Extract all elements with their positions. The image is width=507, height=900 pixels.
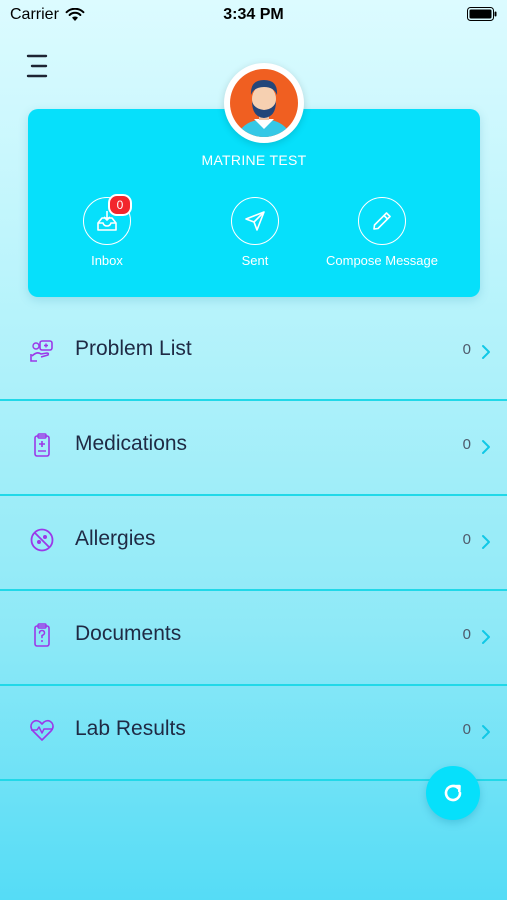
compose-message-label: Compose Message [326, 253, 438, 268]
list-item-label: Problem List [75, 337, 192, 360]
chevron-right-icon [482, 440, 490, 454]
heart-pulse-icon [30, 719, 54, 741]
compose-circle [358, 197, 406, 245]
list-item-count: 0 [462, 626, 471, 643]
sent-label: Sent [241, 253, 269, 268]
avatar[interactable] [224, 63, 304, 143]
list-item-medications[interactable]: Medications 0 [0, 401, 507, 496]
list-item-count: 0 [462, 531, 471, 548]
status-bar: Carrier 3:34 PM [0, 0, 507, 32]
inbox-unread-badge: 0 [108, 194, 132, 216]
compose-message-button[interactable]: Compose Message [312, 197, 452, 268]
pencil-icon [373, 212, 391, 230]
avatar-image [230, 69, 298, 137]
user-name: MATRINE TEST [201, 152, 307, 168]
list-item-label: Medications [75, 432, 188, 455]
list-item-count: 0 [462, 436, 471, 453]
health-record-list: Problem List 0 Medications 0 Allergies 0 [0, 306, 507, 781]
problem-list-icon [30, 340, 53, 362]
allergies-icon [30, 528, 54, 552]
menu-icon[interactable] [24, 52, 50, 80]
list-item-label: Allergies [75, 527, 156, 550]
list-item-allergies[interactable]: Allergies 0 [0, 496, 507, 591]
sent-button[interactable]: Sent [185, 197, 325, 268]
paper-plane-icon [245, 211, 265, 231]
list-item-lab-results[interactable]: Lab Results 0 [0, 686, 507, 781]
refresh-button[interactable] [426, 766, 480, 820]
battery-icon [467, 7, 497, 21]
list-item-label: Lab Results [75, 717, 186, 740]
chevron-right-icon [482, 725, 490, 739]
chevron-right-icon [482, 345, 490, 359]
chevron-right-icon [482, 630, 490, 644]
inbox-circle: 0 [83, 194, 132, 245]
medications-icon [34, 433, 50, 457]
sent-circle [231, 197, 279, 245]
list-item-count: 0 [462, 341, 471, 358]
list-item-count: 0 [462, 721, 471, 738]
list-item-documents[interactable]: Documents 0 [0, 591, 507, 686]
refresh-icon [444, 784, 462, 802]
list-item-problem-list[interactable]: Problem List 0 [0, 306, 507, 401]
chevron-right-icon [482, 535, 490, 549]
status-time: 3:34 PM [223, 6, 284, 23]
inbox-label: Inbox [91, 253, 123, 268]
documents-icon [34, 623, 50, 647]
inbox-button[interactable]: 0 Inbox [37, 194, 177, 268]
list-item-label: Documents [75, 622, 182, 645]
